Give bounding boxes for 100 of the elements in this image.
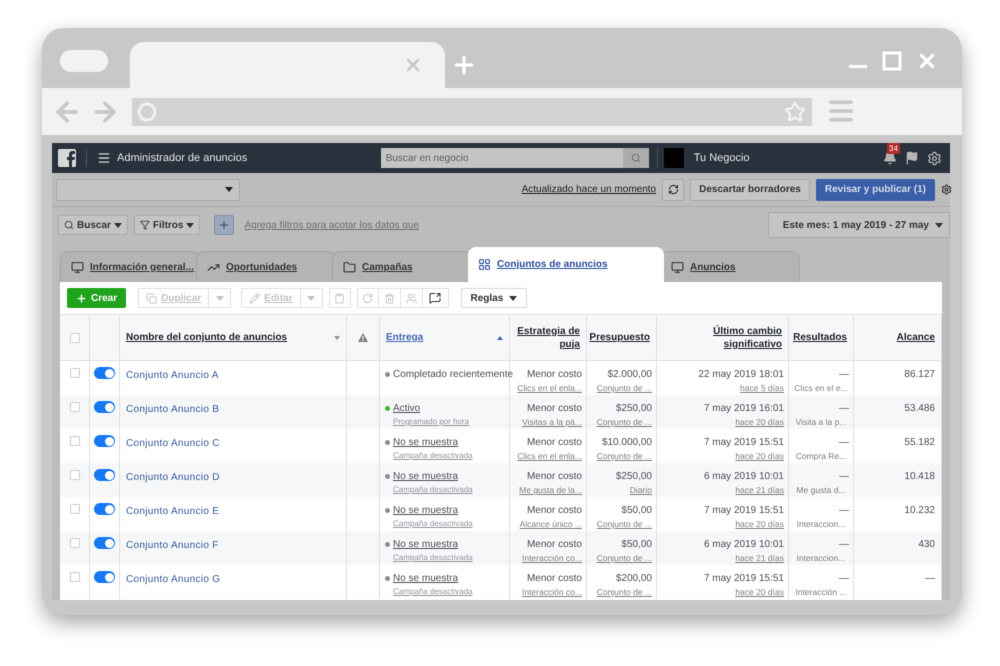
delivery-detail[interactable]: Programado por hora bbox=[393, 416, 509, 428]
create-button[interactable]: Crear bbox=[67, 288, 126, 308]
maximize-icon[interactable] bbox=[882, 51, 902, 71]
notifications-icon[interactable] bbox=[883, 151, 897, 165]
ad-set-name[interactable]: Conjunto Anuncio C bbox=[126, 438, 220, 449]
filters-button[interactable]: Filtros bbox=[134, 215, 200, 235]
row-checkbox[interactable] bbox=[70, 368, 80, 378]
clipboard-icon bbox=[334, 292, 345, 304]
settings-icon[interactable] bbox=[927, 150, 942, 166]
ad-set-name[interactable]: Conjunto Anuncio D bbox=[126, 472, 220, 483]
ad-set-name[interactable]: Conjunto Anuncio E bbox=[126, 506, 220, 517]
flag-icon[interactable] bbox=[905, 151, 919, 165]
address-bar[interactable] bbox=[132, 98, 812, 126]
budget-detail[interactable]: Conjunto de ... bbox=[596, 450, 652, 463]
ad-set-name[interactable]: Conjunto Anuncio F bbox=[126, 540, 219, 551]
toggle-switch[interactable] bbox=[94, 469, 115, 481]
reload-icon[interactable] bbox=[136, 100, 158, 122]
search-icon[interactable] bbox=[630, 153, 641, 163]
date-range-button[interactable]: Este mes: 1 may 2019 - 27 may bbox=[768, 212, 950, 238]
column-header[interactable]: Nombre del conjunto de anuncios bbox=[126, 331, 288, 344]
refresh-button[interactable] bbox=[662, 178, 684, 200]
share-button[interactable] bbox=[422, 288, 448, 308]
delivery-status: Activo bbox=[393, 402, 420, 416]
tab[interactable]: Conjuntos de anuncios bbox=[468, 247, 664, 282]
delivery-status: No se muestra bbox=[393, 572, 458, 586]
settings-icon[interactable] bbox=[941, 184, 952, 195]
change-age[interactable]: hace 20 días bbox=[735, 518, 784, 531]
delivery-detail[interactable]: Campaña desactivada bbox=[393, 450, 509, 462]
toggle-switch[interactable] bbox=[94, 367, 115, 379]
menu-icon[interactable] bbox=[97, 151, 111, 165]
bid-detail[interactable]: Interacción co... bbox=[522, 586, 582, 599]
bid-detail[interactable]: Interacción co... bbox=[522, 552, 582, 565]
toggle-switch[interactable] bbox=[94, 503, 115, 515]
delivery-detail[interactable]: Campaña desactivada bbox=[393, 518, 509, 530]
discard-button[interactable]: Descartar borradores bbox=[690, 178, 810, 200]
tab[interactable]: Información general... bbox=[60, 251, 200, 282]
sort-up-icon[interactable] bbox=[497, 336, 503, 340]
column-header[interactable]: Estrategia de puja bbox=[516, 324, 580, 350]
warning-icon bbox=[358, 333, 368, 342]
notification-badge: 34 bbox=[887, 142, 900, 154]
bid-detail[interactable]: Clics en el enla... bbox=[517, 382, 582, 395]
budget-amount: $250,00 bbox=[616, 402, 652, 416]
toggle-switch[interactable] bbox=[94, 537, 115, 549]
budget-detail[interactable]: Conjunto de ... bbox=[596, 586, 652, 599]
row-checkbox[interactable] bbox=[70, 470, 80, 480]
browser-tab[interactable] bbox=[130, 42, 445, 88]
row-checkbox[interactable] bbox=[70, 436, 80, 446]
budget-detail[interactable]: Diario bbox=[630, 484, 652, 497]
row-checkbox[interactable] bbox=[70, 504, 80, 514]
delivery-detail[interactable]: Campaña desactivada bbox=[393, 484, 509, 496]
star-icon[interactable] bbox=[784, 100, 806, 122]
delivery-detail[interactable]: Campaña desactivada bbox=[393, 586, 509, 598]
column-header[interactable]: Presupuesto bbox=[589, 331, 650, 344]
toggle-switch[interactable] bbox=[94, 401, 115, 413]
budget-detail[interactable]: Conjunto de ... bbox=[596, 416, 652, 429]
row-checkbox[interactable] bbox=[70, 538, 80, 548]
change-date: 7 may 2019 15:51 bbox=[704, 436, 784, 450]
change-age[interactable]: hace 5 días bbox=[740, 382, 784, 395]
results-detail: Interacción ... bbox=[795, 586, 847, 599]
change-age[interactable]: hace 21 días bbox=[735, 552, 784, 565]
change-age[interactable]: hace 21 días bbox=[735, 484, 784, 497]
delete-button[interactable] bbox=[378, 288, 400, 308]
pencil-icon bbox=[249, 292, 260, 304]
edit-menu-button[interactable] bbox=[300, 288, 322, 308]
budget-detail[interactable]: Conjunto de ... bbox=[596, 382, 652, 395]
caret-icon bbox=[509, 296, 518, 300]
budget-detail[interactable]: Conjunto de ... bbox=[596, 518, 652, 531]
rules-button[interactable]: Reglas bbox=[460, 288, 528, 308]
bid-detail[interactable]: Alcance único ... bbox=[520, 518, 582, 531]
column-header[interactable]: Resultados bbox=[793, 331, 847, 344]
add-filter-button[interactable] bbox=[214, 215, 234, 235]
bid-detail[interactable]: Me gusta de la... bbox=[519, 484, 582, 497]
search-button[interactable]: Buscar bbox=[58, 215, 128, 235]
column-header[interactable]: Último cambio significativo bbox=[663, 324, 782, 350]
column-header[interactable]: Entrega bbox=[386, 331, 424, 344]
bid-detail[interactable]: Visitas a la pá... bbox=[522, 416, 582, 429]
row-checkbox[interactable] bbox=[70, 572, 80, 582]
business-name[interactable]: Tu Negocio bbox=[694, 150, 750, 166]
delivery-detail[interactable]: Campaña desactivada bbox=[393, 552, 509, 564]
sort-down-icon[interactable] bbox=[334, 336, 340, 340]
ad-set-name[interactable]: Conjunto Anuncio A bbox=[126, 370, 219, 381]
column-header[interactable]: Alcance bbox=[896, 331, 935, 344]
row-checkbox[interactable] bbox=[70, 402, 80, 412]
budget-detail[interactable]: Conjunto de ... bbox=[596, 552, 652, 565]
bid-detail[interactable]: Clics en el enla... bbox=[517, 450, 582, 463]
ad-set-name[interactable]: Conjunto Anuncio G bbox=[126, 574, 220, 585]
change-age[interactable]: hace 20 días bbox=[735, 450, 784, 463]
toggle-switch[interactable] bbox=[94, 571, 115, 583]
ad-set-name[interactable]: Conjunto Anuncio B bbox=[126, 404, 220, 415]
select-all-checkbox[interactable] bbox=[70, 332, 80, 342]
tab[interactable]: Oportunidades bbox=[196, 251, 336, 282]
change-age[interactable]: hace 20 días bbox=[735, 416, 784, 429]
search-field[interactable]: Buscar en negocio bbox=[380, 148, 623, 168]
publish-button[interactable]: Revisar y publicar (1) bbox=[816, 178, 935, 200]
duplicate-menu-button[interactable] bbox=[209, 288, 232, 308]
paste-button[interactable] bbox=[328, 288, 350, 308]
toggle-switch[interactable] bbox=[94, 435, 115, 447]
account-dropdown[interactable] bbox=[56, 178, 240, 200]
updated-link[interactable]: Actualizado hace un momento bbox=[522, 182, 656, 197]
change-age[interactable]: hace 20 días bbox=[735, 586, 784, 599]
